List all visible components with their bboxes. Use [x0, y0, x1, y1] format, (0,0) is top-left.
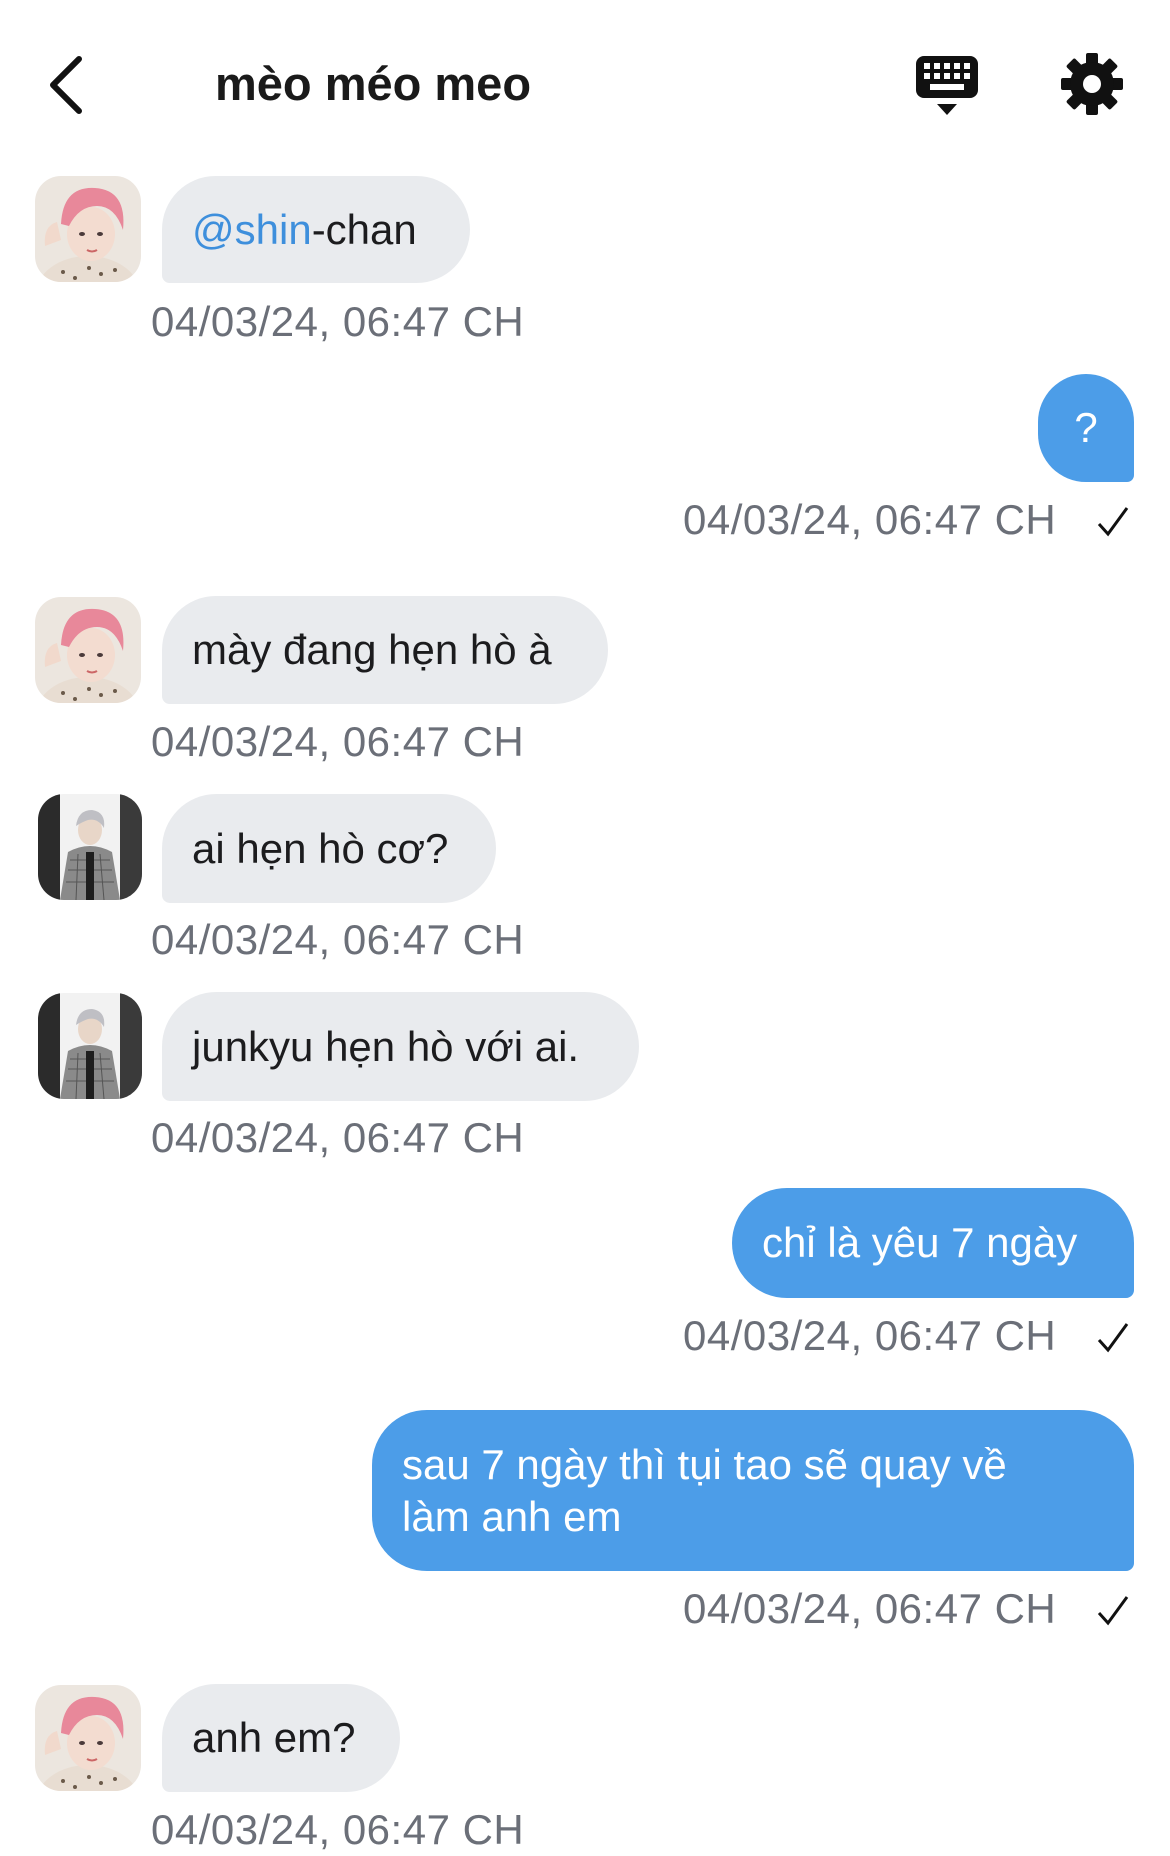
- message-text: -chan: [311, 205, 417, 253]
- message-text: ai hẹn hò cơ?: [192, 824, 449, 872]
- pink-hair-avatar-image: [35, 597, 141, 703]
- settings-button[interactable]: [1060, 52, 1124, 116]
- message-text: anh em?: [192, 1714, 356, 1761]
- message-bubble-incoming[interactable]: @shin -chan: [162, 176, 470, 283]
- pink-hair-avatar-image: [35, 176, 141, 282]
- message-timestamp: 04/03/24, 06:47 CH: [151, 718, 525, 765]
- message-text: ?: [1074, 404, 1098, 451]
- message-timestamp: 04/03/24, 06:47 CH: [683, 1585, 1057, 1632]
- message-text: junkyu hẹn hò với ai.: [192, 1022, 580, 1070]
- chevron-left-icon: [50, 56, 82, 114]
- message-bubble-outgoing[interactable]: chỉ là yêu 7 ngày: [732, 1188, 1134, 1298]
- pink-hair-avatar-image: [35, 1685, 141, 1791]
- avatar-pink-hair[interactable]: [35, 597, 141, 703]
- chat-header: mèo méo meo: [0, 0, 1170, 170]
- back-button[interactable]: [40, 50, 90, 120]
- chat-title: mèo méo meo: [215, 57, 532, 110]
- message-bubble-outgoing[interactable]: sau 7 ngày thì tụi tao sẽ quay về làm an…: [372, 1410, 1134, 1571]
- message-text: mày đang hẹn hò à: [192, 626, 552, 673]
- message-text: chỉ là yêu 7 ngày: [762, 1219, 1078, 1266]
- message-timestamp: 04/03/24, 06:47 CH: [151, 1806, 525, 1853]
- avatar-pink-hair[interactable]: [35, 1685, 141, 1791]
- message-bubble-incoming[interactable]: ai hẹn hò cơ?: [162, 794, 496, 903]
- message-text: sau 7 ngày thì tụi tao sẽ quay về làm an…: [402, 1440, 1007, 1540]
- message-timestamp: 04/03/24, 06:47 CH: [151, 916, 525, 963]
- message-bubble-incoming[interactable]: junkyu hẹn hò với ai.: [162, 992, 639, 1101]
- message-timestamp: 04/03/24, 06:47 CH: [151, 1114, 525, 1161]
- message-timestamp: 04/03/24, 06:47 CH: [683, 496, 1057, 543]
- sent-check-icon: [1097, 1596, 1129, 1626]
- message-bubble-incoming[interactable]: mày đang hẹn hò à: [162, 596, 608, 704]
- avatar-gray-hair[interactable]: [38, 993, 142, 1099]
- keyboard-toggle-button[interactable]: [914, 52, 980, 118]
- gear-icon: [1061, 53, 1123, 115]
- gray-hair-avatar-image: [38, 993, 142, 1099]
- avatar-gray-hair[interactable]: [38, 794, 142, 900]
- keyboard-icon: [916, 56, 978, 115]
- avatar-pink-hair[interactable]: [35, 176, 141, 282]
- message-bubble-outgoing[interactable]: ?: [1038, 374, 1134, 482]
- message-timestamp: 04/03/24, 06:47 CH: [683, 1312, 1057, 1359]
- gray-hair-avatar-image: [38, 794, 142, 900]
- mention-link[interactable]: @shin: [192, 204, 312, 256]
- sent-check-icon: [1097, 1323, 1129, 1353]
- message-timestamp: 04/03/24, 06:47 CH: [151, 298, 525, 345]
- message-bubble-incoming[interactable]: anh em?: [162, 1684, 400, 1792]
- sent-check-icon: [1097, 507, 1129, 537]
